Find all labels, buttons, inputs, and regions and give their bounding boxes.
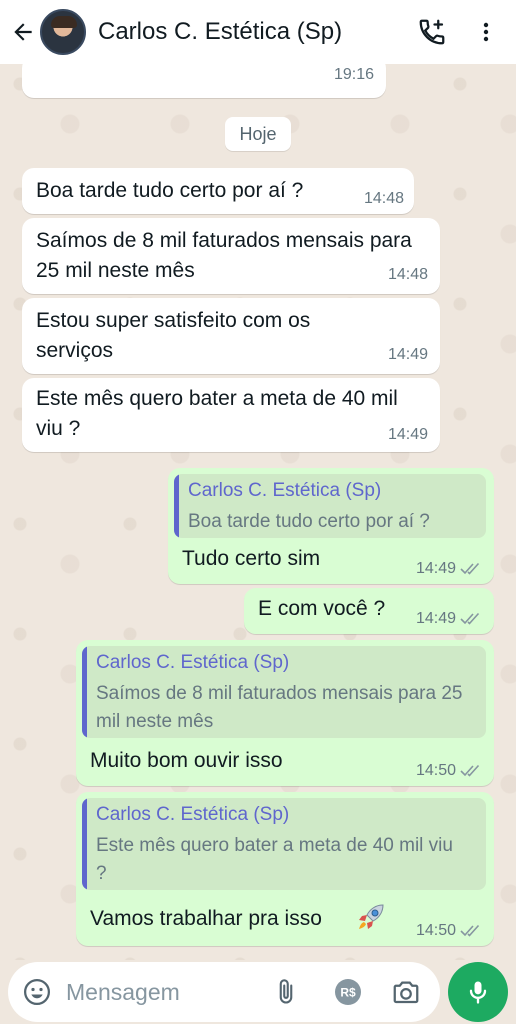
message-composer: R$ bbox=[8, 962, 440, 1022]
message-bubble[interactable]: Carlos C. Estética (Sp) Boa tarde tudo c… bbox=[168, 468, 494, 584]
message-text: Tudo certo sim bbox=[182, 547, 321, 570]
microphone-icon bbox=[469, 981, 487, 1004]
quoted-text: Saímos de 8 mil faturados mensais para 2… bbox=[96, 683, 463, 732]
message-bubble[interactable]: Este mês quero bater a meta de 40 mil vi… bbox=[22, 378, 440, 452]
quoted-message[interactable]: Carlos C. Estética (Sp) Boa tarde tudo c… bbox=[174, 474, 486, 538]
mic-button[interactable] bbox=[448, 962, 508, 1022]
message-text: Muito bom ouvir isso bbox=[90, 749, 283, 772]
message-bubble[interactable]: Boa tarde tudo certo por aí ? 14:48 bbox=[22, 168, 414, 214]
quoted-text: Este mês quero bater a meta de 40 mil vi… bbox=[96, 835, 453, 884]
read-ticks-icon bbox=[460, 924, 480, 937]
message-text: E com você ? bbox=[258, 597, 386, 620]
more-options-icon[interactable] bbox=[466, 12, 506, 52]
message-time: 14:50 bbox=[415, 922, 456, 939]
read-ticks-icon bbox=[460, 764, 480, 777]
read-ticks-icon bbox=[460, 562, 480, 575]
emoji-icon[interactable] bbox=[22, 977, 52, 1007]
quoted-sender: Carlos C. Estética (Sp) bbox=[96, 804, 290, 825]
quoted-sender: Carlos C. Estética (Sp) bbox=[96, 652, 290, 673]
add-call-icon[interactable] bbox=[412, 12, 452, 52]
message-time: 19:16 bbox=[333, 66, 374, 83]
message-bubble[interactable]: Saímos de 8 mil faturados mensais para 2… bbox=[22, 218, 440, 294]
message-bubble[interactable]: E com você ? 14:49 bbox=[244, 588, 494, 634]
payment-icon[interactable]: R$ bbox=[332, 976, 364, 1008]
quoted-sender: Carlos C. Estética (Sp) bbox=[188, 480, 382, 501]
rocket-icon bbox=[359, 904, 384, 929]
message-text: Vamos trabalhar pra isso bbox=[90, 907, 322, 930]
message-time: 14:48 bbox=[363, 190, 404, 207]
contact-name[interactable]: Carlos C. Estética (Sp) bbox=[98, 18, 412, 46]
message-text: Este mês quero bater a meta de 40 mil vi… bbox=[36, 387, 398, 440]
camera-icon[interactable] bbox=[390, 976, 422, 1008]
quoted-message[interactable]: Carlos C. Estética (Sp) Saímos de 8 mil … bbox=[82, 646, 486, 738]
date-separator: Hoje bbox=[225, 117, 291, 151]
message-bubble[interactable]: Carlos C. Estética (Sp) Saímos de 8 mil … bbox=[76, 640, 494, 786]
message-time: 14:49 bbox=[387, 346, 428, 363]
message-text: Saímos de 8 mil faturados mensais para 2… bbox=[36, 229, 412, 282]
attach-icon[interactable] bbox=[270, 976, 302, 1008]
back-arrow-icon[interactable] bbox=[8, 17, 38, 47]
svg-text:R$: R$ bbox=[340, 986, 356, 1000]
quoted-text: Boa tarde tudo certo por aí ? bbox=[188, 511, 430, 532]
message-input[interactable] bbox=[66, 978, 266, 1006]
avatar[interactable] bbox=[40, 9, 86, 55]
chat-area[interactable]: 19:16 Hoje Boa tarde tudo certo por aí ?… bbox=[0, 56, 516, 960]
read-ticks-icon bbox=[460, 612, 480, 625]
message-time: 14:48 bbox=[387, 266, 428, 283]
message-text: Estou super satisfeito com os serviços bbox=[36, 309, 311, 362]
message-time: 14:49 bbox=[387, 426, 428, 443]
message-bubble[interactable]: 19:16 bbox=[22, 56, 386, 98]
chat-header: Carlos C. Estética (Sp) bbox=[0, 0, 516, 64]
message-time: 14:49 bbox=[415, 610, 456, 627]
message-bubble[interactable]: Estou super satisfeito com os serviços 1… bbox=[22, 298, 440, 374]
message-text: Boa tarde tudo certo por aí ? bbox=[36, 179, 304, 202]
message-time: 14:49 bbox=[415, 560, 456, 577]
message-time: 14:50 bbox=[415, 762, 456, 779]
quoted-message[interactable]: Carlos C. Estética (Sp) Este mês quero b… bbox=[82, 798, 486, 890]
message-bubble[interactable]: Carlos C. Estética (Sp) Este mês quero b… bbox=[76, 792, 494, 946]
